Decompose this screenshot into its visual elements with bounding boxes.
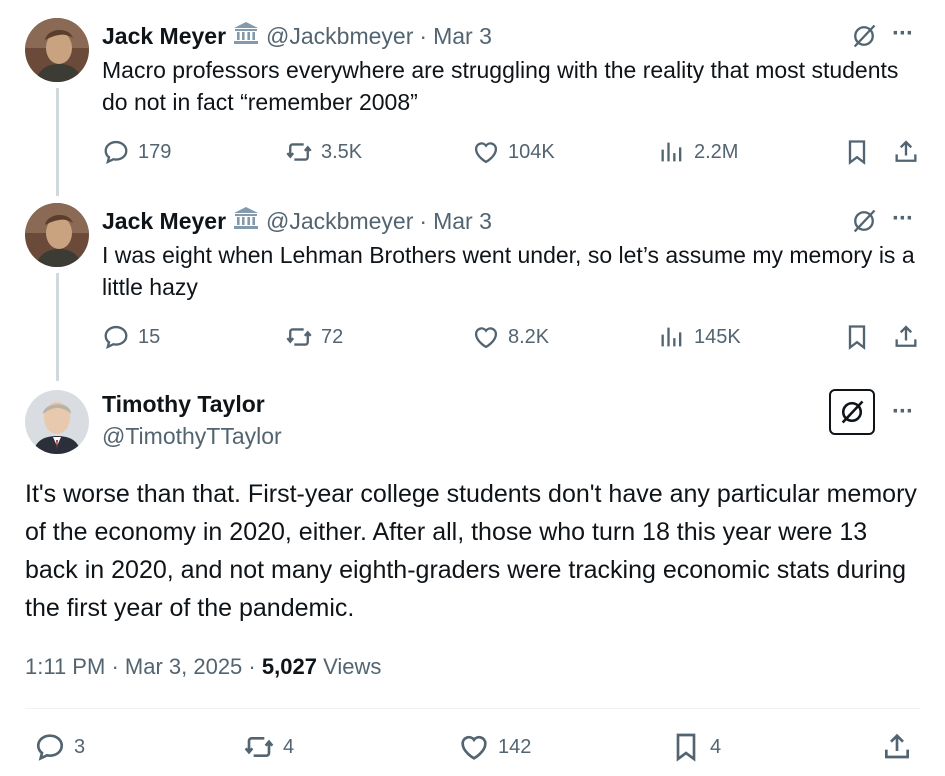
thread-line bbox=[56, 88, 59, 196]
reply-button[interactable]: 179 bbox=[102, 138, 171, 166]
like-count: 8.2K bbox=[508, 325, 550, 348]
tweet-header: Jack Meyer @Jackbmeyer · Mar 3 bbox=[102, 21, 492, 51]
tweet-meta: 1:11 PM · Mar 3, 2025 · 5,027 Views bbox=[25, 654, 381, 680]
bookmark-button[interactable] bbox=[843, 323, 871, 351]
author-handle[interactable]: @Jackbmeyer bbox=[266, 23, 413, 50]
tweet-text: Macro professors everywhere are struggli… bbox=[102, 57, 899, 115]
like-button[interactable]: 104K bbox=[472, 138, 555, 166]
bookmark-button[interactable]: 4 bbox=[670, 731, 721, 763]
grok-slash-icon[interactable] bbox=[850, 22, 878, 55]
author-name[interactable]: Jack Meyer bbox=[102, 208, 226, 235]
author-handle[interactable]: @Jackbmeyer bbox=[266, 208, 413, 235]
like-count: 104K bbox=[508, 140, 555, 163]
thread-line bbox=[56, 273, 59, 381]
reply-button[interactable]: 3 bbox=[34, 731, 85, 763]
more-dots-icon[interactable]: ··· bbox=[892, 205, 914, 233]
government-building-icon bbox=[232, 21, 260, 51]
grok-slash-icon[interactable] bbox=[850, 207, 878, 240]
share-button[interactable] bbox=[881, 731, 913, 763]
repost-button[interactable]: 4 bbox=[243, 731, 294, 763]
avatar-jack-meyer[interactable] bbox=[25, 18, 89, 82]
share-button[interactable] bbox=[892, 138, 920, 166]
share-button[interactable] bbox=[892, 323, 920, 351]
government-building-icon bbox=[232, 206, 260, 236]
repost-button[interactable]: 72 bbox=[285, 323, 343, 351]
like-button[interactable]: 8.2K bbox=[472, 323, 549, 351]
views-button[interactable]: 145K bbox=[658, 323, 741, 351]
author-name[interactable]: Timothy Taylor bbox=[102, 391, 265, 418]
tweet-time[interactable]: 1:11 PM bbox=[25, 654, 105, 679]
like-count: 142 bbox=[498, 735, 532, 758]
views-count: 2.2M bbox=[694, 140, 739, 163]
repost-count: 4 bbox=[283, 735, 295, 758]
reply-button[interactable]: 15 bbox=[102, 323, 160, 351]
reply-count: 179 bbox=[138, 140, 172, 163]
reply-count: 15 bbox=[138, 325, 161, 348]
author-name[interactable]: Jack Meyer bbox=[102, 23, 226, 50]
separator-dot: · bbox=[248, 654, 256, 679]
grok-slash-icon bbox=[838, 398, 866, 426]
avatar-jack-meyer[interactable] bbox=[25, 203, 89, 267]
tweet-text: I was eight when Lehman Brothers went un… bbox=[102, 242, 915, 300]
bookmark-button[interactable] bbox=[843, 138, 871, 166]
grok-button[interactable] bbox=[829, 389, 875, 435]
separator-dot: · bbox=[111, 654, 119, 679]
repost-button[interactable]: 3.5K bbox=[285, 138, 362, 166]
tweet-date[interactable]: Mar 3, 2025 bbox=[125, 654, 242, 679]
reply-count: 3 bbox=[74, 735, 86, 758]
views-total[interactable]: 5,027 bbox=[262, 654, 317, 679]
separator-dot: · bbox=[419, 207, 428, 234]
divider bbox=[25, 708, 920, 709]
repost-count: 72 bbox=[321, 325, 344, 348]
main-tweet-text: It's worse than that. First-year college… bbox=[25, 480, 917, 622]
author-handle[interactable]: @TimothyTTaylor bbox=[102, 423, 282, 450]
views-label: Views bbox=[323, 654, 382, 679]
repost-count: 3.5K bbox=[321, 140, 363, 163]
views-button[interactable]: 2.2M bbox=[658, 138, 738, 166]
more-dots-icon[interactable]: ··· bbox=[892, 20, 914, 48]
views-count: 145K bbox=[694, 325, 741, 348]
bookmark-count: 4 bbox=[710, 735, 722, 758]
separator-dot: · bbox=[419, 22, 428, 49]
tweet-header: Jack Meyer @Jackbmeyer · Mar 3 bbox=[102, 206, 492, 236]
tweet-date[interactable]: Mar 3 bbox=[433, 208, 492, 235]
avatar-timothy-taylor[interactable] bbox=[25, 390, 89, 454]
more-dots-icon[interactable]: ··· bbox=[892, 398, 914, 426]
tweet-date[interactable]: Mar 3 bbox=[433, 23, 492, 50]
like-button[interactable]: 142 bbox=[458, 731, 531, 763]
